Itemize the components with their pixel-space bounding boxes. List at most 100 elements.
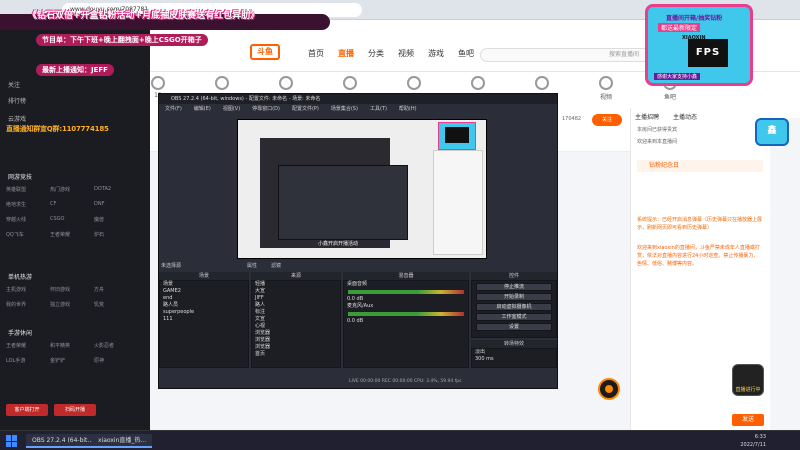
source-item[interactable]: 轻播 bbox=[252, 281, 340, 288]
follow-button[interactable]: 关注 bbox=[592, 114, 622, 126]
room-rules: 欢迎来到xiaoxin的直播间，斗鱼严禁未成年人直播或打赏，依法对直播内容进行2… bbox=[637, 245, 760, 267]
sidebar-game[interactable]: 穿越火线 bbox=[6, 216, 50, 223]
source-item[interactable]: 心视 bbox=[252, 323, 340, 330]
scene-item[interactable]: 路人员 bbox=[160, 302, 248, 309]
mixer-channel-db: 0.0 dB bbox=[347, 296, 364, 302]
transition-select[interactable]: 淡出 bbox=[472, 349, 556, 356]
scene-item[interactable]: 111 bbox=[160, 316, 248, 323]
sidebar-game[interactable]: QQ飞车 bbox=[6, 231, 50, 238]
virtual-camera-button[interactable]: 启动虚拟摄像机 bbox=[476, 303, 552, 311]
overlay-banner-notice: 最新上播通知：JEFF bbox=[36, 64, 114, 76]
sidebar-game[interactable]: 怀旧游戏 bbox=[50, 286, 94, 293]
settings-button[interactable]: 设置 bbox=[476, 323, 552, 331]
scan-live-button[interactable]: 扫码开播 bbox=[54, 404, 96, 416]
obs-preview[interactable]: 小鑫开启开播活动 bbox=[237, 119, 487, 259]
source-item[interactable]: 浏览器 bbox=[252, 337, 340, 344]
sidebar-game[interactable]: 和平精英 bbox=[50, 342, 94, 349]
sidebar-item-follow[interactable]: 关注 bbox=[8, 80, 20, 89]
sidebar-item-rank[interactable]: 排行榜 bbox=[8, 96, 26, 105]
sidebar-game[interactable]: 方舟 bbox=[94, 286, 138, 293]
windows-taskbar: OBS 27.2.4 (64-bit... xiaoxin直播_热... 6:3… bbox=[0, 430, 800, 450]
taskbar-obs[interactable]: OBS 27.2.4 (64-bit... bbox=[26, 434, 100, 448]
sidebar-game[interactable]: 炉石 bbox=[94, 231, 138, 238]
scenes-title: 场景 bbox=[159, 272, 249, 280]
nav-video[interactable]: 视频 bbox=[398, 48, 414, 59]
mixer-meter bbox=[348, 312, 464, 316]
sidebar-single-grid: 主机游戏 怀旧游戏 方舟 我的世界 独立游戏 饥荒 bbox=[6, 286, 138, 308]
overlay-banner-schedule: 节目单：下午下班+晚上翻拽面+晚上CSGO开箱子 bbox=[36, 34, 208, 46]
source-item[interactable]: JIFF bbox=[252, 295, 340, 302]
obs-menu-view[interactable]: 视图(V) bbox=[223, 104, 240, 114]
scene-item[interactable]: end bbox=[160, 295, 248, 302]
sidebar-game[interactable]: 主机游戏 bbox=[6, 286, 50, 293]
category-item[interactable]: 视频 bbox=[582, 76, 630, 101]
scene-item[interactable]: 场景 bbox=[160, 281, 248, 288]
source-item[interactable]: 路人 bbox=[252, 302, 340, 309]
stop-streaming-button[interactable]: 停止推流 bbox=[476, 283, 552, 291]
sidebar-game[interactable]: 王者荣耀 bbox=[6, 342, 50, 349]
nav-game[interactable]: 游戏 bbox=[428, 48, 444, 59]
scene-item[interactable]: superpeople bbox=[160, 309, 248, 316]
open-client-button[interactable]: 客户端打开 bbox=[6, 404, 48, 416]
obs-menu-tools[interactable]: 工具(T) bbox=[370, 104, 387, 114]
transition-duration[interactable]: 300 ms bbox=[472, 356, 556, 363]
send-button[interactable]: 发送 bbox=[732, 414, 764, 426]
search-input[interactable]: 搜索直播间 bbox=[480, 48, 670, 62]
sidebar-game[interactable]: CSGO bbox=[50, 216, 94, 223]
gift-icon bbox=[471, 76, 485, 90]
sidebar-game[interactable]: 饥荒 bbox=[94, 301, 138, 308]
obs-menu-file[interactable]: 文件(F) bbox=[165, 104, 182, 114]
obs-menu-edit[interactable]: 编辑(E) bbox=[194, 104, 211, 114]
clock-date: 2022/7/11 bbox=[740, 442, 766, 448]
fan-anniversary-tag[interactable]: 钻粉纪念日 bbox=[637, 160, 763, 172]
sidebar-game[interactable]: LOL手游 bbox=[6, 357, 50, 364]
source-item[interactable]: 大宣 bbox=[252, 288, 340, 295]
filters-button[interactable]: 滤镜 bbox=[271, 262, 281, 269]
sidebar-game[interactable]: 王者荣耀 bbox=[50, 231, 94, 238]
sidebar-game[interactable]: 原神 bbox=[94, 357, 138, 364]
source-item[interactable]: 首页 bbox=[252, 351, 340, 358]
nav-home[interactable]: 首页 bbox=[308, 48, 324, 59]
start-recording-button[interactable]: 开始录制 bbox=[476, 293, 552, 301]
source-item[interactable]: 浏览器 bbox=[252, 330, 340, 337]
nav-category[interactable]: 分类 bbox=[368, 48, 384, 59]
nav-live[interactable]: 直播 bbox=[338, 48, 354, 59]
floating-avatar[interactable] bbox=[598, 378, 620, 400]
source-item[interactable]: 文宣 bbox=[252, 316, 340, 323]
tab-dynamics[interactable]: 主播动态 bbox=[673, 112, 697, 121]
studio-mode-button[interactable]: 工作室模式 bbox=[476, 313, 552, 321]
scene-item[interactable]: GAME2 bbox=[160, 288, 248, 295]
sidebar-game[interactable]: DNF bbox=[94, 201, 138, 208]
obs-menu-docks[interactable]: 停靠窗口(D) bbox=[252, 104, 280, 114]
windows-start-icon[interactable] bbox=[6, 435, 18, 447]
obs-menu-profile[interactable]: 配置文件(P) bbox=[292, 104, 319, 114]
sidebar-game[interactable]: CF bbox=[50, 201, 94, 208]
site-logo[interactable]: 斗鱼 bbox=[250, 44, 280, 60]
sidebar-game[interactable]: 绝地求生 bbox=[6, 201, 50, 208]
transition-dock: 淡出 300 ms bbox=[471, 348, 557, 368]
source-item[interactable]: 浏览器 bbox=[252, 344, 340, 351]
properties-button[interactable]: 属性 bbox=[247, 262, 257, 269]
welcome-notice: 欢迎来到本直播间 bbox=[637, 139, 678, 145]
taskbar-browser[interactable]: xiaoxin直播_热... bbox=[92, 434, 153, 448]
promo-subtitle: 都送最新限定 bbox=[658, 23, 701, 32]
sidebar-game[interactable]: 我的世界 bbox=[6, 301, 50, 308]
sidebar-game[interactable]: 金铲铲 bbox=[50, 357, 94, 364]
obs-menu-scenes[interactable]: 场景集合(S) bbox=[331, 104, 358, 114]
sidebar-item-cloud[interactable]: 云游戏 bbox=[8, 114, 26, 123]
mixer-channel-name: 麦克风/Aux bbox=[347, 303, 374, 309]
source-item[interactable]: 标注 bbox=[252, 309, 340, 316]
preview-logo bbox=[438, 122, 476, 150]
nav-yuba[interactable]: 鱼吧 bbox=[458, 48, 474, 59]
sidebar-game[interactable]: 热门游戏 bbox=[50, 186, 94, 193]
live-status-badge: 直播进行中 bbox=[732, 364, 764, 396]
sidebar-game[interactable]: DOTA2 bbox=[94, 186, 138, 193]
tab-recruit[interactable]: 主播招聘 bbox=[635, 112, 659, 121]
obs-menu-help[interactable]: 帮助(H) bbox=[399, 104, 417, 114]
sidebar-game[interactable]: 魔兽 bbox=[94, 216, 138, 223]
sidebar-game[interactable]: 火影忍者 bbox=[94, 342, 138, 349]
main-nav: 首页 直播 分类 视频 游戏 鱼吧 bbox=[308, 48, 474, 59]
anchor-icon bbox=[215, 76, 229, 90]
sidebar-game[interactable]: 英雄联盟 bbox=[6, 186, 50, 193]
sidebar-game[interactable]: 独立游戏 bbox=[50, 301, 94, 308]
